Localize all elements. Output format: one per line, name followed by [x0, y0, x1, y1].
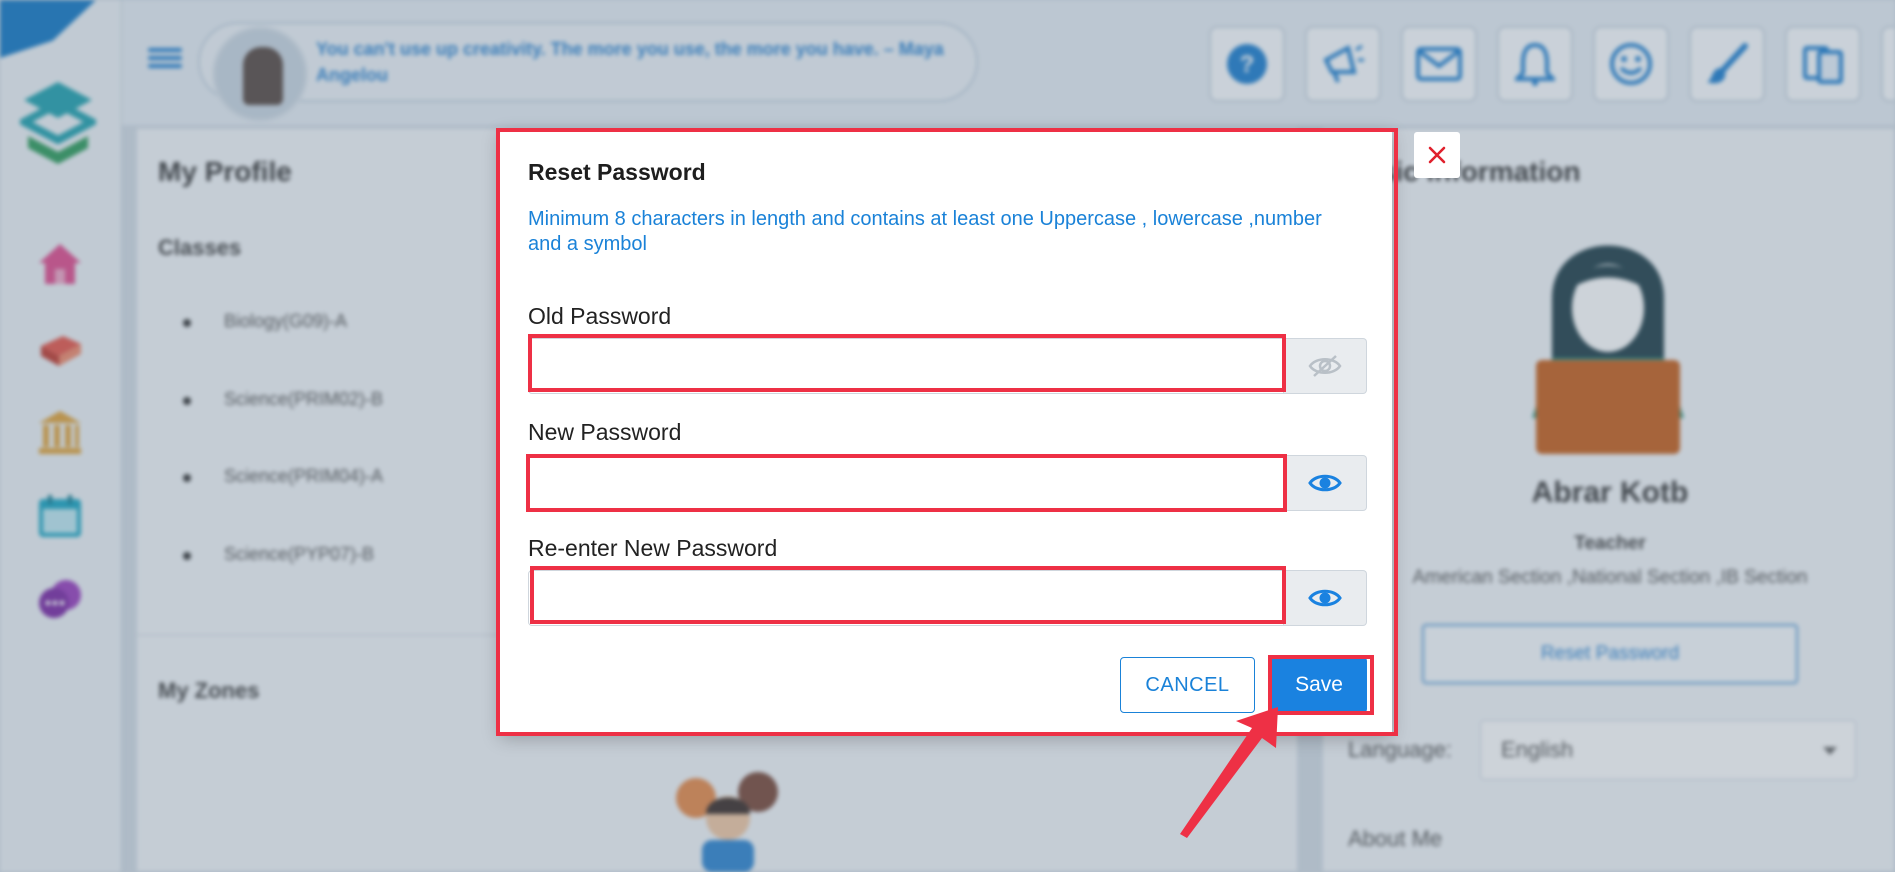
reset-password-dialog: Reset Password Minimum 8 characters in l…	[500, 131, 1392, 734]
new-password-input[interactable]	[528, 455, 1284, 511]
old-password-label: Old Password	[528, 303, 672, 329]
confirm-password-label: Re-enter New Password	[528, 535, 778, 561]
toggle-new-password-visibility-button[interactable]	[1284, 455, 1367, 511]
eye-icon	[1308, 589, 1342, 607]
save-button[interactable]: Save	[1271, 657, 1367, 713]
eye-slash-icon	[1308, 355, 1342, 377]
close-icon	[1428, 146, 1446, 164]
password-requirements-hint: Minimum 8 characters in length and conta…	[528, 208, 1322, 255]
close-dialog-button[interactable]	[1414, 132, 1460, 178]
confirm-password-input[interactable]	[528, 570, 1284, 626]
cancel-button[interactable]: CANCEL	[1120, 657, 1255, 713]
toggle-confirm-password-visibility-button[interactable]	[1284, 570, 1367, 626]
old-password-input[interactable]	[528, 338, 1284, 394]
new-password-label: New Password	[528, 419, 682, 445]
dialog-title: Reset Password	[528, 159, 706, 185]
toggle-old-password-visibility-button[interactable]	[1284, 338, 1367, 394]
eye-icon	[1308, 474, 1342, 492]
